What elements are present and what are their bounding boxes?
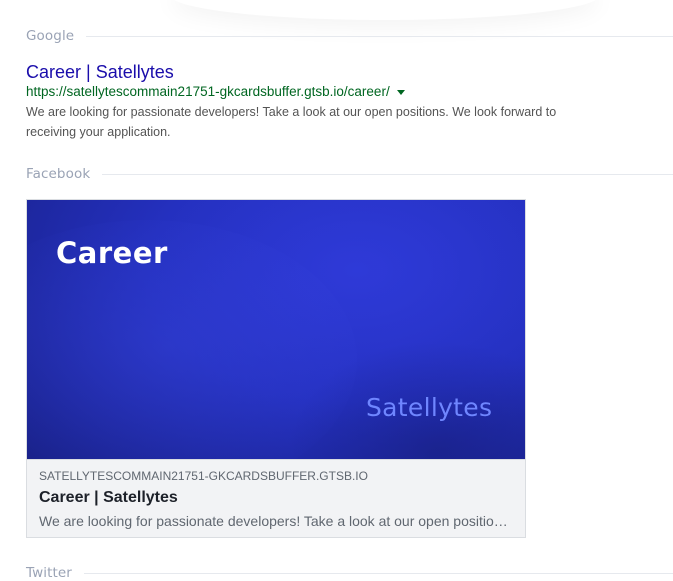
google-result-url[interactable]: https://satellytescommain21751-gkcardsbu… [26, 84, 390, 99]
section-divider [102, 173, 673, 175]
google-result-description: We are looking for passionate developers… [26, 105, 557, 139]
section-divider [86, 35, 673, 37]
facebook-section-label: Facebook [26, 166, 91, 182]
facebook-link-preview-card[interactable]: Career Satellytes SATELLYTESCOMMAIN21751… [26, 199, 526, 538]
facebook-preview-domain: SATELLYTESCOMMAIN21751-GKCARDSBUFFER.GTS… [39, 469, 368, 483]
satellytes-logo: Satellytes [366, 393, 493, 422]
preview-image-heading: Career [56, 236, 168, 270]
google-url-row: https://satellytescommain21751-gkcardsbu… [26, 83, 626, 99]
facebook-preview-description: We are looking for passionate developers… [39, 513, 513, 529]
section-divider [83, 572, 673, 574]
caret-down-icon[interactable] [396, 89, 405, 95]
google-result-title[interactable]: Career | Satellytes [26, 62, 626, 82]
top-shadow-decoration [170, 0, 600, 20]
facebook-preview-title: Career | Satellytes [39, 489, 178, 506]
facebook-preview-image: Career Satellytes [27, 200, 525, 459]
google-search-preview: Career | Satellytes https://satellytesco… [26, 62, 626, 142]
facebook-section-header: Facebook [26, 166, 673, 182]
twitter-section-label: Twitter [26, 565, 72, 581]
facebook-preview-meta: SATELLYTESCOMMAIN21751-GKCARDSBUFFER.GTS… [27, 459, 525, 537]
twitter-section-header: Twitter [26, 565, 673, 581]
google-section-header: Google [26, 28, 673, 44]
google-section-label: Google [26, 28, 75, 44]
